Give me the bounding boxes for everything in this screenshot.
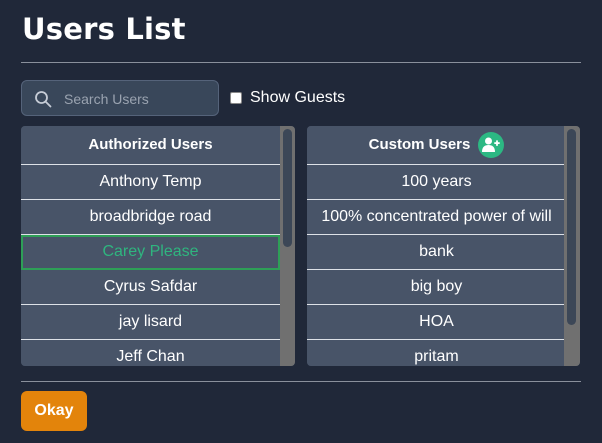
footer-divider (21, 381, 581, 382)
custom-users-title: Custom Users (368, 136, 471, 153)
search-box[interactable] (21, 80, 219, 117)
custom-users-header: Custom Users (307, 126, 566, 165)
custom-user-row[interactable]: 100 years (307, 165, 566, 200)
custom-users-scroll-thumb[interactable] (567, 129, 576, 325)
authorized-user-row[interactable]: Cyrus Safdar (21, 270, 280, 305)
show-guests-label: Show Guests (250, 89, 346, 106)
add-user-icon[interactable] (478, 132, 505, 158)
authorized-user-row[interactable]: Anthony Temp (21, 165, 280, 200)
custom-user-row[interactable]: big boy (307, 270, 566, 305)
custom-user-row[interactable]: pritam (307, 340, 566, 366)
custom-user-row[interactable]: bank (307, 235, 566, 270)
okay-button[interactable]: Okay (21, 391, 87, 431)
search-icon (34, 90, 52, 108)
page-title: Users List (22, 12, 186, 46)
custom-users-panel: Custom Users 100 years 100% concentrated… (307, 126, 580, 366)
authorized-users-list: Authorized Users Anthony Temp broadbridg… (21, 126, 280, 366)
custom-users-scrollbar[interactable] (564, 126, 580, 366)
authorized-user-row[interactable]: broadbridge road (21, 200, 280, 235)
show-guests-toggle[interactable]: Show Guests (230, 89, 345, 107)
show-guests-checkbox[interactable] (230, 92, 242, 104)
authorized-users-panel: Authorized Users Anthony Temp broadbridg… (21, 126, 295, 366)
custom-user-row[interactable]: HOA (307, 305, 566, 340)
authorized-users-scrollbar[interactable] (280, 126, 295, 366)
authorized-user-row[interactable]: Jeff Chan (21, 340, 280, 366)
search-input[interactable] (62, 81, 216, 117)
authorized-user-row[interactable]: jay lisard (21, 305, 280, 340)
custom-users-list: Custom Users 100 years 100% concentrated… (307, 126, 566, 366)
authorized-users-header: Authorized Users (21, 126, 280, 165)
header-divider (21, 62, 581, 63)
custom-user-row[interactable]: 100% concentrated power of will (307, 200, 566, 235)
authorized-user-row-selected[interactable]: Carey Please (21, 235, 280, 270)
authorized-users-scroll-thumb[interactable] (283, 129, 292, 247)
